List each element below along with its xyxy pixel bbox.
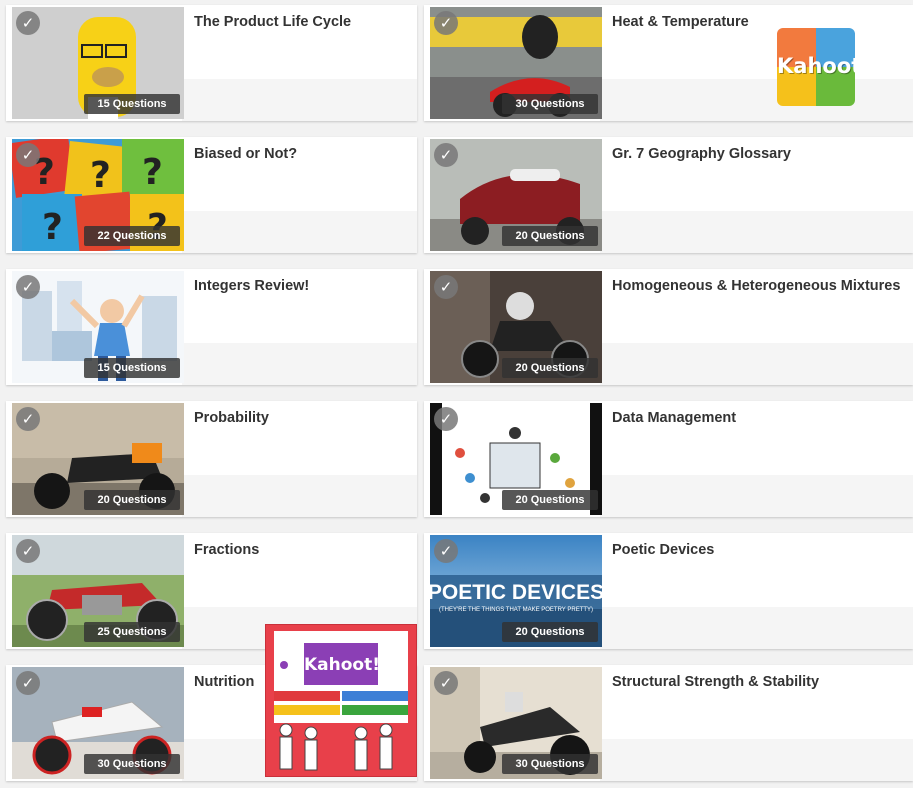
svg-text:?: ? [90, 155, 111, 196]
question-count-badge: 30 Questions [502, 94, 598, 114]
kahoot-logo-text: Kahoot! [777, 54, 855, 78]
kahoot-title[interactable]: Structural Strength & Stability [612, 674, 907, 690]
kahoot-title[interactable]: Heat & Temperature [612, 14, 907, 30]
black-motorbike-icon[interactable]: ✓ 30 Questions [430, 667, 602, 779]
cafe-racer-icon[interactable]: ✓ 25 Questions [12, 535, 184, 647]
completed-check-icon: ✓ [434, 143, 458, 167]
question-count-badge: 20 Questions [502, 622, 598, 642]
kahoot-illustration: Kahoot! [265, 624, 417, 777]
poetic-devices-subtext: (THEY'RE THE THINGS THAT MAKE POETRY PRE… [439, 607, 593, 613]
kahoot-title[interactable]: Data Management [612, 410, 907, 426]
kahoot-title[interactable]: Probability [194, 410, 411, 426]
card-footer [600, 607, 913, 649]
kahoot-title[interactable]: Poetic Devices [612, 542, 907, 558]
question-count-badge: 30 Questions [502, 754, 598, 774]
card-footer [600, 211, 913, 253]
kahoot-card[interactable]: ? ? ? ? ? ✓ 22 Questions Biased or Not? [6, 137, 417, 253]
kahoot-card[interactable]: ✓ 20 Questions Gr. 7 Geography Glossary [424, 137, 913, 253]
completed-check-icon: ✓ [434, 671, 458, 695]
kahoot-grid: ✓ 15 Questions The Product Life Cycle ✓ … [0, 0, 913, 788]
card-footer [182, 475, 417, 517]
kahoot-title[interactable]: Biased or Not? [194, 146, 411, 162]
kahoot-card[interactable]: POETIC DEVICES (THEY'RE THE THINGS THAT … [424, 533, 913, 649]
card-footer [182, 79, 417, 121]
completed-check-icon: ✓ [16, 143, 40, 167]
question-count-badge: 20 Questions [84, 490, 180, 510]
kahoot-logo: Kahoot! [777, 28, 855, 106]
question-count-badge: 30 Questions [84, 754, 180, 774]
cartoon-character-icon[interactable]: ✓ 15 Questions [12, 7, 184, 119]
kahoot-card[interactable]: ✓ 20 Questions Data Management [424, 401, 913, 517]
kahoot-title[interactable]: Homogeneous & Heterogeneous Mixtures [612, 278, 907, 294]
question-marks-icon[interactable]: ? ? ? ? ? ✓ 22 Questions [12, 139, 184, 251]
completed-check-icon: ✓ [16, 11, 40, 35]
completed-check-icon: ✓ [434, 11, 458, 35]
completed-check-icon: ✓ [16, 539, 40, 563]
question-count-badge: 20 Questions [502, 226, 598, 246]
motorcycle-photo-icon[interactable]: ✓ 20 Questions [430, 271, 602, 383]
kahoot-card[interactable]: ✓ 30 Questions Structural Strength & Sta… [424, 665, 913, 781]
card-footer [600, 475, 913, 517]
card-footer [600, 739, 913, 781]
completed-check-icon: ✓ [434, 539, 458, 563]
kahoot-title[interactable]: Integers Review! [194, 278, 411, 294]
svg-text:?: ? [142, 152, 163, 193]
question-count-badge: 20 Questions [502, 358, 598, 378]
scooter-rider-icon[interactable]: ✓ 30 Questions [430, 7, 602, 119]
completed-check-icon: ✓ [16, 275, 40, 299]
kahoot-card[interactable]: ✓ 15 Questions Integers Review! [6, 269, 417, 385]
completed-check-icon: ✓ [16, 671, 40, 695]
completed-check-icon: ✓ [434, 407, 458, 431]
red-scooter-icon[interactable]: ✓ 20 Questions [430, 139, 602, 251]
card-footer [182, 211, 417, 253]
question-count-badge: 20 Questions [502, 490, 598, 510]
completed-check-icon: ✓ [434, 275, 458, 299]
card-footer [182, 343, 417, 385]
kahoot-title[interactable]: Fractions [194, 542, 411, 558]
question-count-badge: 15 Questions [84, 94, 180, 114]
card-footer [600, 79, 913, 121]
card-footer [600, 343, 913, 385]
kahoot-title[interactable]: Gr. 7 Geography Glossary [612, 146, 907, 162]
question-count-badge: 22 Questions [84, 226, 180, 246]
kahoot-title[interactable]: The Product Life Cycle [194, 14, 411, 30]
data-illustration-icon[interactable]: ✓ 20 Questions [430, 403, 602, 515]
poetic-devices-text: POETIC DEVICES [430, 581, 602, 604]
question-count-badge: 25 Questions [84, 622, 180, 642]
completed-check-icon: ✓ [16, 407, 40, 431]
kahoot-card[interactable]: ✓ 20 Questions Probability [6, 401, 417, 517]
svg-text:?: ? [42, 207, 63, 248]
kahoot-card[interactable]: ✓ 20 Questions Homogeneous & Heterogeneo… [424, 269, 913, 385]
kahoot-illustration-text: Kahoot! [304, 655, 380, 675]
question-count-badge: 15 Questions [84, 358, 180, 378]
orange-motorbike-icon[interactable]: ✓ 20 Questions [12, 403, 184, 515]
white-motorbike-icon[interactable]: ✓ 30 Questions [12, 667, 184, 779]
cartoon-man-icon[interactable]: ✓ 15 Questions [12, 271, 184, 383]
poetic-devices-banner-icon[interactable]: POETIC DEVICES (THEY'RE THE THINGS THAT … [430, 535, 602, 647]
kahoot-card[interactable]: ✓ 15 Questions The Product Life Cycle [6, 5, 417, 121]
